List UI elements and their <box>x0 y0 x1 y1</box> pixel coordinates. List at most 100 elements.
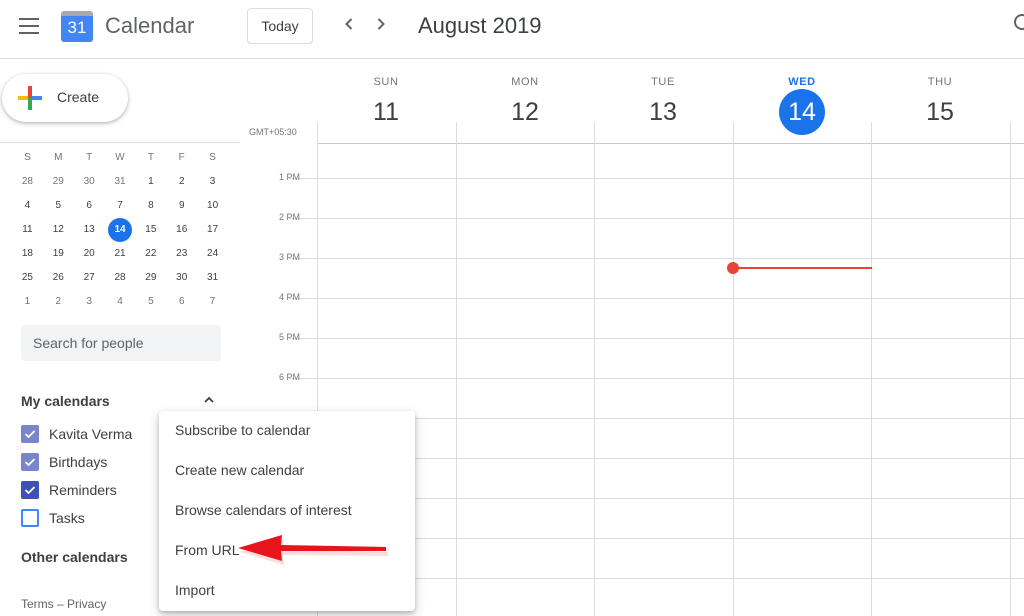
divider <box>0 142 240 143</box>
checkbox-unchecked-icon[interactable] <box>21 509 39 527</box>
mini-calendar-day[interactable]: 14 <box>105 218 136 242</box>
day-number: 6 <box>178 296 185 307</box>
weekday-label: T <box>147 152 154 163</box>
day-number[interactable]: 13 <box>594 92 732 132</box>
day-number[interactable]: 15 <box>871 92 1009 132</box>
current-time-dot <box>727 262 739 274</box>
mini-calendar-day[interactable]: 1 <box>135 170 166 194</box>
day-header[interactable]: WED 14 <box>733 60 871 135</box>
timezone-label: GMT+05:30 <box>249 127 297 137</box>
mini-calendar-day[interactable]: 26 <box>43 266 74 290</box>
calendar-item[interactable]: Tasks <box>21 506 85 530</box>
menu-item-subscribe[interactable]: Subscribe to calendar <box>159 411 415 451</box>
mini-calendar-day[interactable]: 23 <box>166 242 197 266</box>
mini-calendar-day[interactable]: 29 <box>135 266 166 290</box>
mini-calendar-day[interactable]: 5 <box>135 290 166 314</box>
other-calendars-heading[interactable]: Other calendars <box>21 549 128 565</box>
mini-calendar-day[interactable]: 2 <box>166 170 197 194</box>
mini-calendar-day[interactable]: 1 <box>12 290 43 314</box>
hour-gridline <box>289 178 1024 179</box>
day-number[interactable]: 12 <box>456 92 594 132</box>
mini-calendar-day[interactable]: 3 <box>197 170 228 194</box>
mini-calendar-day[interactable]: 4 <box>105 290 136 314</box>
day-number: 13 <box>83 224 95 235</box>
previous-week-button[interactable] <box>339 14 359 40</box>
day-header[interactable]: TUE 13 <box>594 60 732 132</box>
next-week-button[interactable] <box>371 14 391 40</box>
day-number[interactable]: 14 <box>733 89 871 135</box>
checkbox-checked-icon[interactable] <box>21 453 39 471</box>
mini-calendar-day[interactable]: 5 <box>43 194 74 218</box>
mini-calendar-day[interactable]: 16 <box>166 218 197 242</box>
mini-calendar-day[interactable]: 4 <box>12 194 43 218</box>
day-number: 24 <box>207 248 219 259</box>
calendar-item[interactable]: Kavita Verma <box>21 422 132 446</box>
mini-calendar-week: 11 12 13 14 15 16 17 <box>12 218 228 242</box>
today-button[interactable]: Today <box>247 8 313 44</box>
mini-calendar-day[interactable]: 8 <box>135 194 166 218</box>
main-menu-icon[interactable] <box>19 18 39 34</box>
day-header[interactable]: SUN 11 <box>317 60 455 132</box>
day-number: 15 <box>145 224 157 235</box>
mini-calendar-day[interactable]: 27 <box>74 266 105 290</box>
mini-calendar-week: 1 2 3 4 5 6 7 <box>12 290 228 314</box>
day-number-text: 15 <box>926 98 954 126</box>
calendar-item[interactable]: Birthdays <box>21 450 107 474</box>
mini-calendar-day[interactable]: 28 <box>105 266 136 290</box>
mini-calendar-day[interactable]: 21 <box>105 242 136 266</box>
day-number: 1 <box>148 176 154 187</box>
mini-calendar-day[interactable]: 24 <box>197 242 228 266</box>
day-number: 7 <box>209 296 216 307</box>
mini-calendar-day[interactable]: 12 <box>43 218 74 242</box>
hour-gridline <box>289 338 1024 339</box>
mini-calendar-day[interactable]: 31 <box>197 266 228 290</box>
plus-icon <box>18 86 42 110</box>
mini-calendar-day[interactable]: 17 <box>197 218 228 242</box>
mini-calendar-day[interactable]: 6 <box>166 290 197 314</box>
day-header[interactable]: THU 15 <box>871 60 1009 132</box>
create-button[interactable]: Create <box>2 74 128 122</box>
mini-calendar-day[interactable]: 6 <box>74 194 105 218</box>
mini-calendar-day[interactable]: 22 <box>135 242 166 266</box>
mini-calendar-day[interactable]: 25 <box>12 266 43 290</box>
mini-calendar-day[interactable]: 18 <box>12 242 43 266</box>
checkbox-checked-icon[interactable] <box>21 481 39 499</box>
search-people-input[interactable] <box>21 325 221 361</box>
mini-calendar-day[interactable]: 10 <box>197 194 228 218</box>
mini-calendar-day[interactable]: 11 <box>12 218 43 242</box>
day-column-divider <box>456 122 457 616</box>
mini-calendar-day[interactable]: 7 <box>105 194 136 218</box>
mini-calendar-day[interactable]: 19 <box>43 242 74 266</box>
mini-calendar-day[interactable]: 30 <box>166 266 197 290</box>
mini-calendar-day[interactable]: 2 <box>43 290 74 314</box>
mini-calendar-day[interactable]: 28 <box>12 170 43 194</box>
mini-calendar-day[interactable]: 20 <box>74 242 105 266</box>
day-of-week-label: THU <box>927 76 953 88</box>
menu-item-create-new[interactable]: Create new calendar <box>159 451 415 491</box>
day-number: 17 <box>207 224 219 235</box>
day-number[interactable]: 11 <box>317 92 455 132</box>
day-header[interactable]: MON 12 <box>456 60 594 132</box>
menu-item-from-url[interactable]: From URL <box>159 531 415 571</box>
mini-calendar-day[interactable]: 15 <box>135 218 166 242</box>
calendar-item[interactable]: Reminders <box>21 478 117 502</box>
my-calendars-heading[interactable]: My calendars <box>21 393 110 409</box>
mini-calendar-day[interactable]: 30 <box>74 170 105 194</box>
mini-calendar-day[interactable]: 29 <box>43 170 74 194</box>
day-number-text: 14 <box>779 89 825 135</box>
mini-calendar-day[interactable]: 9 <box>166 194 197 218</box>
mini-calendar-day[interactable]: 13 <box>74 218 105 242</box>
chevron-up-icon[interactable] <box>203 394 215 406</box>
menu-item-import[interactable]: Import <box>159 571 415 611</box>
top-bar: 31 Calendar Today August 2019 <box>0 0 1024 59</box>
current-time-line <box>733 267 872 269</box>
terms-privacy-links[interactable]: Terms – Privacy <box>21 597 106 611</box>
mini-calendar-day[interactable]: 7 <box>197 290 228 314</box>
mini-calendar-day[interactable]: 31 <box>105 170 136 194</box>
mini-calendar-day[interactable]: 3 <box>74 290 105 314</box>
checkbox-checked-icon[interactable] <box>21 425 39 443</box>
chevron-left-icon <box>345 18 353 30</box>
hour-gridline <box>289 378 1024 379</box>
menu-item-browse[interactable]: Browse calendars of interest <box>159 491 415 531</box>
search-icon[interactable] <box>1014 14 1024 30</box>
